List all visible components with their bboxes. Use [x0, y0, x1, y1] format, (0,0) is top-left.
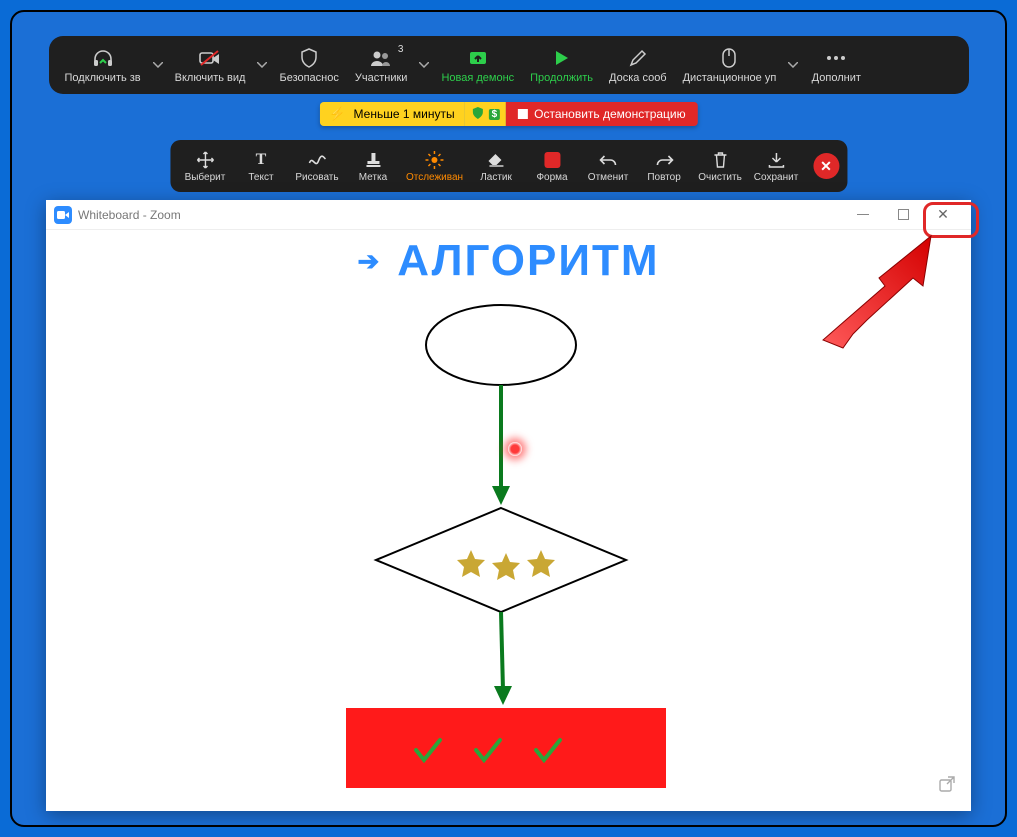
pencil-icon [629, 47, 647, 69]
audio-caret[interactable] [151, 40, 165, 90]
save-tool[interactable]: Сохранит [749, 144, 803, 188]
stamp-label: Метка [359, 172, 387, 183]
resume-label: Продолжить [530, 72, 593, 84]
select-tool[interactable]: Выберит [178, 144, 232, 188]
undo-icon [599, 150, 617, 170]
format-tool[interactable]: Форма [525, 144, 579, 188]
download-icon [768, 150, 784, 170]
eraser-tool[interactable]: Ластик [469, 144, 523, 188]
text-tool[interactable]: T Текст [234, 144, 288, 188]
minimize-button[interactable] [843, 201, 883, 229]
remote-caret[interactable] [786, 40, 800, 90]
new-share-label: Новая демонс [441, 72, 514, 84]
clear-tool[interactable]: Очистить [693, 144, 747, 188]
minimize-icon [857, 214, 869, 215]
headphones-icon [92, 47, 114, 69]
redo-tool[interactable]: Повтор [637, 144, 691, 188]
draw-tool[interactable]: Рисовать [290, 144, 344, 188]
format-label: Форма [536, 172, 567, 183]
more-label: Дополнит [812, 72, 861, 84]
video-button[interactable]: Включить вид [169, 40, 252, 90]
participants-count: 3 [398, 44, 404, 55]
timer-pill[interactable]: ⚡ Меньше 1 минуты [319, 102, 464, 126]
timer-text: Меньше 1 минуты [354, 107, 455, 121]
zoom-app-icon [54, 206, 72, 224]
new-share-button[interactable]: Новая демонс [435, 40, 520, 90]
participants-caret[interactable] [417, 40, 431, 90]
redo-label: Повтор [647, 172, 680, 183]
save-label: Сохранит [754, 172, 798, 183]
popout-icon[interactable] [939, 776, 955, 797]
flowchart-drawing [46, 230, 971, 811]
close-annotation-button[interactable]: ✕ [813, 153, 839, 179]
stamp-tool[interactable]: Метка [346, 144, 400, 188]
participants-button[interactable]: 3 Участники [349, 40, 414, 90]
audio-button[interactable]: Подключить зв [59, 40, 147, 90]
stop-icon [518, 109, 528, 119]
undo-label: Отменит [588, 172, 628, 183]
video-label: Включить вид [175, 72, 246, 84]
whiteboard-window: Whiteboard - Zoom ✕ ➔ АЛГОРИТМ [46, 200, 971, 811]
color-swatch-icon [544, 150, 560, 170]
spotlight-label: Отслеживан [406, 172, 463, 183]
whiteboard-label: Доска сооб [609, 72, 667, 84]
shield-icon [300, 47, 318, 69]
move-icon [196, 150, 214, 170]
spotlight-tool[interactable]: Отслеживан [402, 144, 467, 188]
eraser-label: Ластик [480, 172, 512, 183]
participants-label: Участники [355, 72, 408, 84]
undo-tool[interactable]: Отменит [581, 144, 635, 188]
window-title: Whiteboard - Zoom [78, 208, 181, 222]
resume-button[interactable]: Продолжить [524, 40, 599, 90]
more-icon [826, 47, 846, 69]
security-label: Безопаснос [279, 72, 338, 84]
draw-icon [308, 150, 326, 170]
window-titlebar[interactable]: Whiteboard - Zoom ✕ [46, 200, 971, 230]
more-button[interactable]: Дополнит [804, 40, 868, 90]
bolt-icon: ⚡ [329, 106, 345, 122]
select-label: Выберит [185, 172, 226, 183]
stop-label: Остановить демонстрацию [534, 107, 685, 121]
remote-label: Дистанционное уп [683, 72, 777, 84]
status-icons[interactable]: $ [465, 102, 507, 126]
trash-icon [713, 150, 727, 170]
stamp-icon [365, 150, 381, 170]
share-up-icon [467, 47, 489, 69]
close-x-icon: ✕ [937, 206, 949, 223]
dollar-badge-icon: $ [489, 109, 501, 120]
close-window-button[interactable]: ✕ [923, 201, 963, 229]
zoom-main-toolbar: Подключить зв Включить вид Безопаснос 3 [49, 36, 969, 94]
play-icon [554, 47, 570, 69]
video-caret[interactable] [255, 40, 269, 90]
video-off-icon [198, 47, 222, 69]
draw-label: Рисовать [295, 172, 338, 183]
maximize-button[interactable] [883, 201, 923, 229]
mouse-icon [722, 47, 736, 69]
redo-icon [655, 150, 673, 170]
share-status-bar: ⚡ Меньше 1 минуты $ Остановить демонстра… [319, 102, 697, 126]
security-button[interactable]: Безопаснос [273, 40, 344, 90]
clear-label: Очистить [698, 172, 742, 183]
text-label: Текст [248, 172, 273, 183]
eraser-icon [487, 150, 505, 170]
whiteboard-button[interactable]: Доска сооб [603, 40, 673, 90]
audio-label: Подключить зв [65, 72, 141, 84]
shield-check-icon [471, 106, 485, 123]
laser-pointer [508, 442, 522, 456]
participants-icon [369, 47, 393, 69]
stop-share-button[interactable]: Остановить демонстрацию [506, 102, 697, 126]
close-icon: ✕ [820, 158, 832, 175]
remote-button[interactable]: Дистанционное уп [677, 40, 783, 90]
spotlight-icon [426, 150, 444, 170]
annotation-toolbar: Выберит T Текст Рисовать Метка Отслежива… [170, 140, 847, 192]
maximize-icon [898, 209, 909, 220]
whiteboard-canvas[interactable]: ➔ АЛГОРИТМ [46, 230, 971, 811]
text-icon: T [256, 150, 267, 170]
